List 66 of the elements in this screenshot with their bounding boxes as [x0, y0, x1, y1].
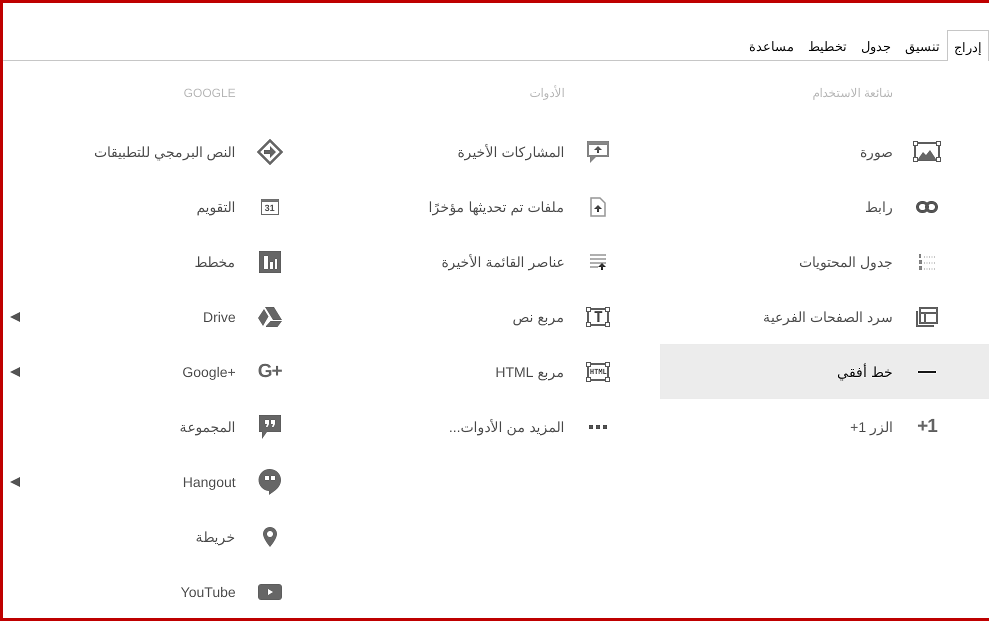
menu-item[interactable]: جدول المحتويات: [660, 234, 989, 289]
google-plus-icon: G+: [258, 360, 282, 382]
menu-item[interactable]: ملفات تم تحديثها مؤخرًا: [332, 179, 660, 234]
bar-chart-icon: [258, 250, 281, 272]
menu-item-label: المزيد من الأدوات...: [448, 418, 564, 434]
menu-tab[interactable]: جدول: [854, 31, 898, 61]
menu-item[interactable]: Hangout: [3, 454, 332, 509]
map-pin-icon: [262, 526, 278, 548]
play-button-icon: [258, 584, 282, 600]
diamond-arrow-icon: [256, 138, 283, 164]
menu-item[interactable]: سرد الصفحات الفرعية: [660, 289, 989, 344]
menu-item-label: Google+: [182, 364, 236, 380]
menu-tab[interactable]: مساعدة: [742, 31, 801, 61]
menu-tab[interactable]: تخطيط: [801, 31, 854, 61]
triangle-icon: [256, 306, 283, 328]
menu-item[interactable]: رابط: [660, 179, 989, 234]
list-upload-icon: [589, 252, 608, 270]
menu-item-label: رابط: [865, 198, 893, 214]
posts-icon: [586, 140, 610, 164]
file-upload-icon: [590, 196, 606, 216]
menu-item[interactable]: خريطة: [3, 509, 332, 564]
menu-item[interactable]: عناصر القائمة الأخيرة: [332, 234, 660, 289]
menu-item-label: خريطة: [196, 528, 236, 544]
menu-item[interactable]: المشاركات الأخيرة: [332, 124, 660, 179]
menu-item-label: جدول المحتويات: [799, 254, 893, 270]
menu-tab[interactable]: تنسيق: [898, 31, 947, 61]
quote-bubble-icon: [258, 414, 282, 440]
menu-item-label: صورة: [860, 144, 893, 160]
calendar-icon: 31: [260, 198, 279, 214]
menu-tab[interactable]: إدراج: [947, 30, 989, 61]
menu-item-label: سرد الصفحات الفرعية: [763, 308, 893, 324]
horizontal-line-icon: [918, 370, 936, 374]
menu-item-label: المشاركات الأخيرة: [457, 144, 564, 160]
menu-item[interactable]: النص البرمجي للتطبيقات: [3, 124, 332, 179]
menu-item-label: عناصر القائمة الأخيرة: [442, 254, 564, 270]
menu-item-label: مخطط: [194, 254, 236, 270]
menu-item-label: ملفات تم تحديثها مؤخرًا: [428, 198, 564, 214]
image-icon: [914, 142, 940, 161]
menu-item[interactable]: المزيد من الأدوات...: [332, 399, 660, 454]
menu-item[interactable]: YouTube: [3, 564, 332, 618]
section-heading: GOOGLE: [184, 86, 236, 100]
menu-item[interactable]: مخطط: [3, 234, 332, 289]
menu-item-label: مربع نص: [512, 308, 564, 324]
menu-item-label: YouTube: [180, 584, 236, 600]
more-icon: [589, 424, 608, 428]
menu-item-label: المجموعة: [180, 418, 236, 434]
menu-item-label: الزر 1+: [850, 418, 893, 434]
menu-item[interactable]: Google+ G+: [3, 344, 332, 399]
quote-bubble-icon: [258, 468, 282, 496]
menu-item-label: Hangout: [182, 474, 236, 490]
plus-one-icon: +1: [917, 416, 937, 438]
menu-item[interactable]: صورة: [660, 124, 989, 179]
menu-item[interactable]: المجموعة: [3, 399, 332, 454]
link-icon: [916, 200, 938, 212]
numbered-list-icon: [918, 252, 936, 270]
page-layout-icon: [916, 306, 938, 326]
menu-item-label: خط أفقي: [837, 364, 893, 380]
menu-item-label: النص البرمجي للتطبيقات: [94, 144, 236, 160]
menu-item-label: مربع HTML: [495, 364, 564, 380]
menu-item[interactable]: Drive: [3, 289, 332, 344]
menu-item-label: التقويم: [196, 198, 236, 214]
section-heading: شائعة الاستخدام: [812, 86, 893, 100]
section-heading: الأدوات: [529, 86, 564, 100]
menu-item-label: Drive: [203, 308, 236, 324]
text-box-icon: T: [587, 308, 610, 326]
menu-item[interactable]: خط أفقي: [660, 344, 989, 399]
